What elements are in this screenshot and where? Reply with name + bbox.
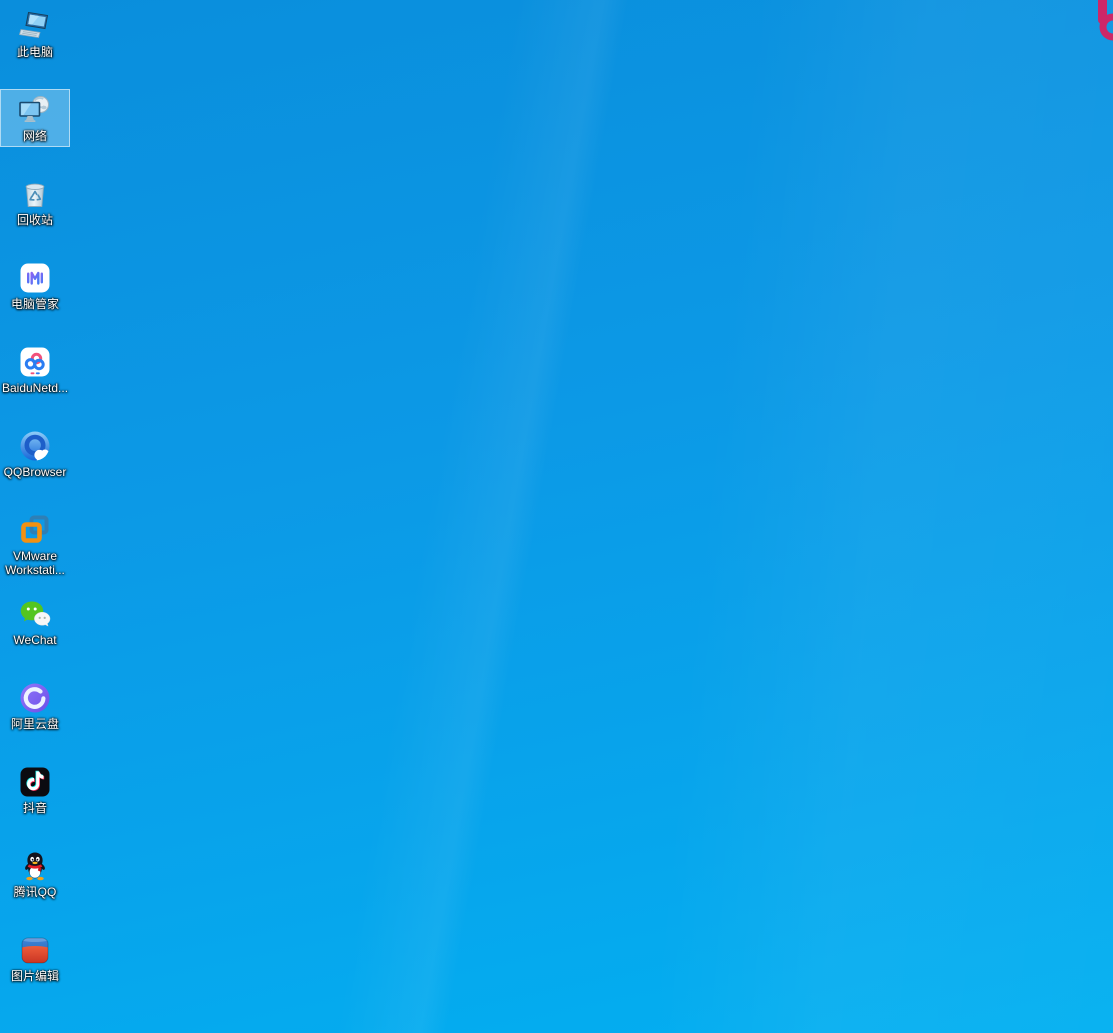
qq-penguin-icon (19, 850, 51, 882)
icon-label: WeChat (13, 633, 56, 647)
desktop-icon-pc-manager[interactable]: 电脑管家 (0, 257, 70, 315)
icon-label: 阿里云盘 (11, 717, 59, 731)
network-globe-monitor-icon (19, 94, 51, 126)
partial-pink-logo-icon[interactable] (1097, 0, 1113, 44)
aliyun-drive-icon (19, 682, 51, 714)
recycle-bin-icon (19, 178, 51, 210)
desktop-icon-tencent-qq[interactable]: 腾讯QQ (0, 845, 70, 903)
image-editor-icon (19, 934, 51, 966)
desktop-icon-network[interactable]: 网络 (0, 89, 70, 147)
desktop-icon-this-pc[interactable]: 此电脑 (0, 5, 70, 63)
desktop-icon-image-editor[interactable]: 图片编辑 (0, 929, 70, 987)
desktop-icon-wechat[interactable]: WeChat (0, 593, 70, 651)
desktop-icon-recycle-bin[interactable]: 回收站 (0, 173, 70, 231)
pc-manager-icon (19, 262, 51, 294)
icon-label: 此电脑 (17, 45, 53, 59)
vmware-workstation-icon (19, 514, 51, 546)
desktop-icon-qq-browser[interactable]: QQBrowser (0, 425, 70, 483)
wechat-icon (19, 598, 51, 630)
baidu-netdisk-icon (19, 346, 51, 378)
icon-label: 抖音 (23, 801, 47, 815)
desktop-icon-baidu-netdisk[interactable]: BaiduNetd... (0, 341, 70, 399)
selection-highlight: 网络 (0, 89, 70, 147)
icon-label: 回收站 (17, 213, 53, 227)
wallpaper-light-rays (0, 0, 1113, 1033)
icon-label: Workstati... (5, 563, 65, 577)
desktop-icon-aliyun-drive[interactable]: 阿里云盘 (0, 677, 70, 735)
icon-label: BaiduNetd... (2, 381, 68, 395)
icon-label: 腾讯QQ (14, 885, 57, 899)
icon-label: 网络 (23, 129, 47, 143)
douyin-tiktok-icon (19, 766, 51, 798)
this-pc-computer-icon (19, 10, 51, 42)
icon-label: VMware (13, 549, 57, 563)
desktop-icon-vmware-workstation[interactable]: VMware Workstati... (0, 509, 70, 581)
icon-label: 图片编辑 (11, 969, 59, 983)
qq-browser-icon (19, 430, 51, 462)
desktop: 此电脑 网络 (0, 0, 1113, 1033)
desktop-icon-douyin[interactable]: 抖音 (0, 761, 70, 819)
icon-label: QQBrowser (4, 465, 67, 479)
icon-label: 电脑管家 (11, 297, 59, 311)
